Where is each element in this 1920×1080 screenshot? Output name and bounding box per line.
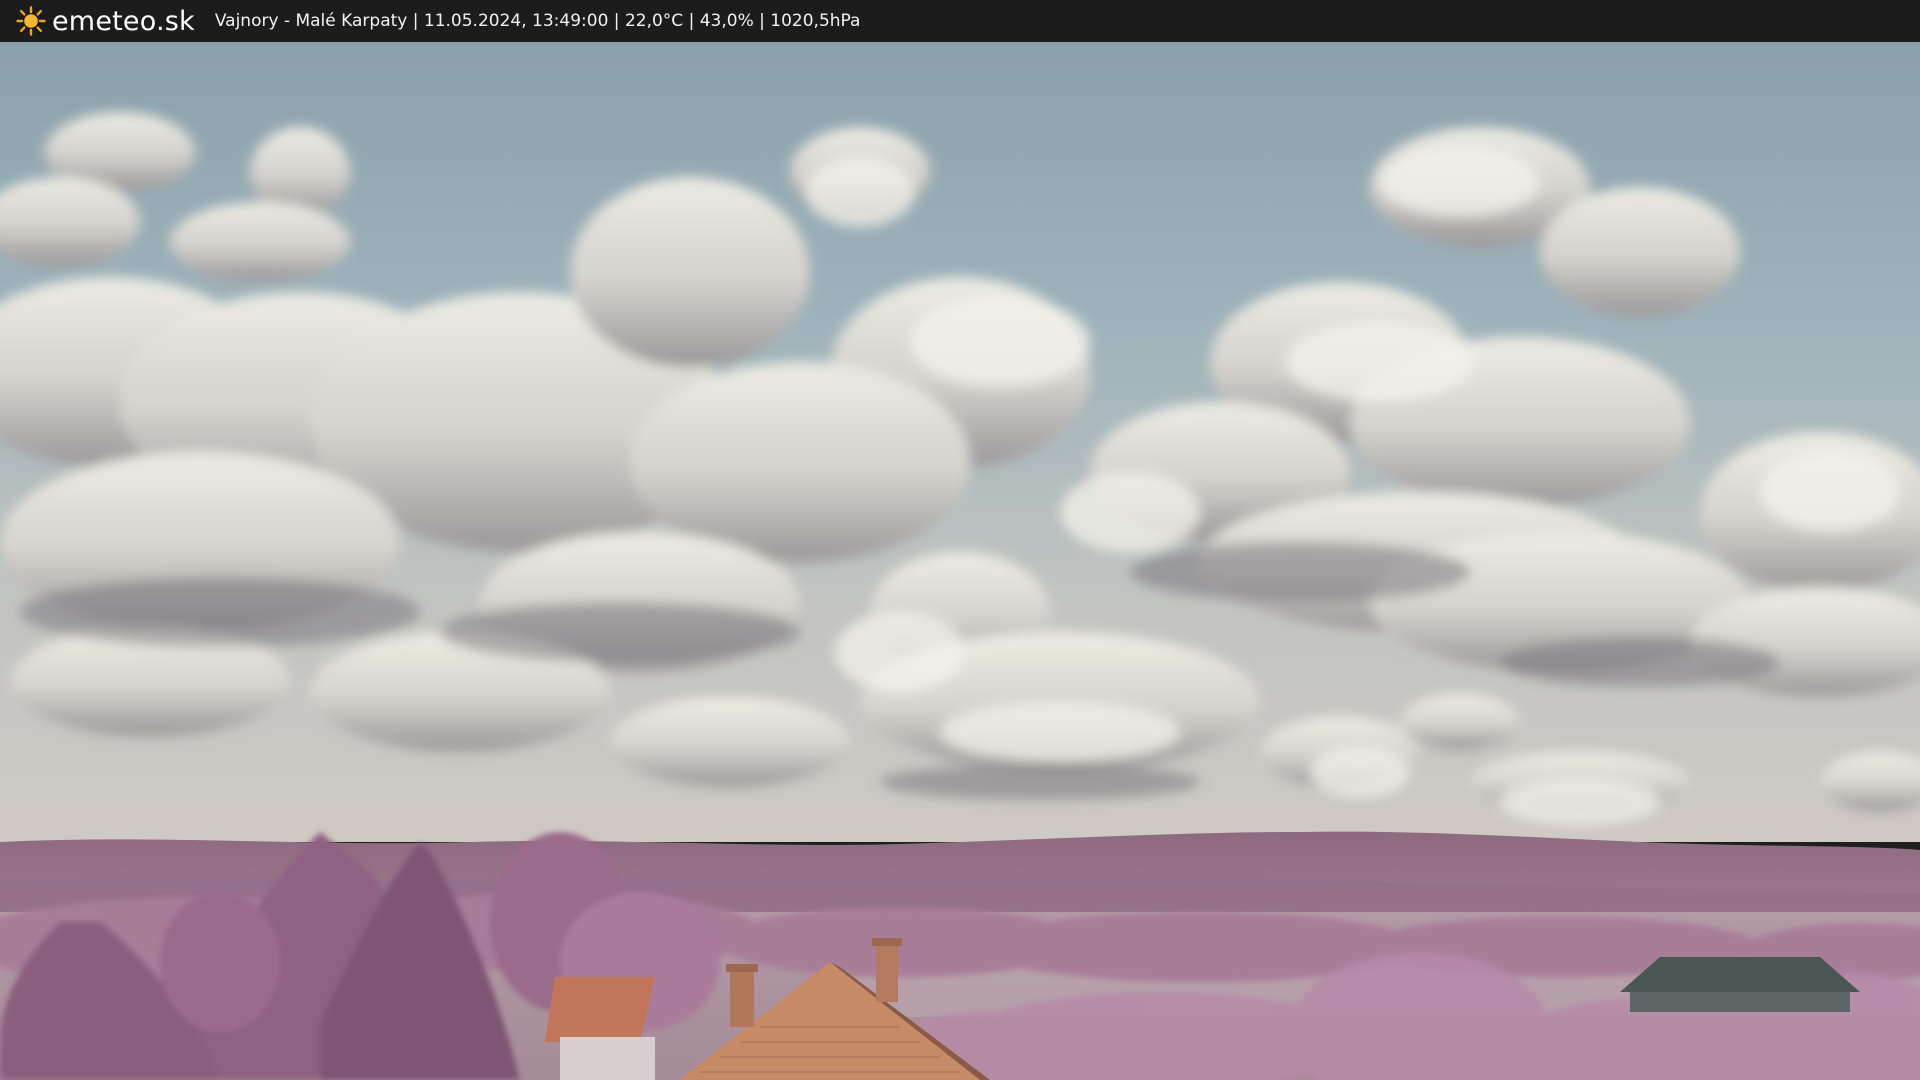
webcam-image bbox=[0, 42, 1920, 1080]
station-info: Vajnory - Malé Karpaty | 11.05.2024, 13:… bbox=[215, 11, 861, 31]
webcam-frame: emeteo.sk Vajnory - Malé Karpaty | 11.05… bbox=[0, 0, 1920, 1080]
sun-icon bbox=[16, 6, 46, 36]
station-location: Vajnory - Malé Karpaty bbox=[214, 11, 408, 31]
separator: | bbox=[608, 11, 625, 31]
separator: | bbox=[753, 11, 771, 31]
humidity-value: 43,0% bbox=[699, 11, 754, 31]
temperature-value: 22,0°C bbox=[624, 11, 684, 31]
observation-datetime: 11.05.2024, 13:49:00 bbox=[423, 11, 609, 31]
info-bar: emeteo.sk Vajnory - Malé Karpaty | 11.05… bbox=[0, 0, 1920, 42]
separator: | bbox=[683, 11, 700, 31]
house-right bbox=[1620, 957, 1860, 1012]
brand-logo[interactable]: emeteo.sk bbox=[16, 6, 195, 37]
pressure-value: 1020,5hPa bbox=[770, 11, 861, 31]
house-left bbox=[545, 977, 655, 1080]
brand-name: emeteo.sk bbox=[52, 5, 195, 37]
separator: | bbox=[407, 11, 424, 31]
